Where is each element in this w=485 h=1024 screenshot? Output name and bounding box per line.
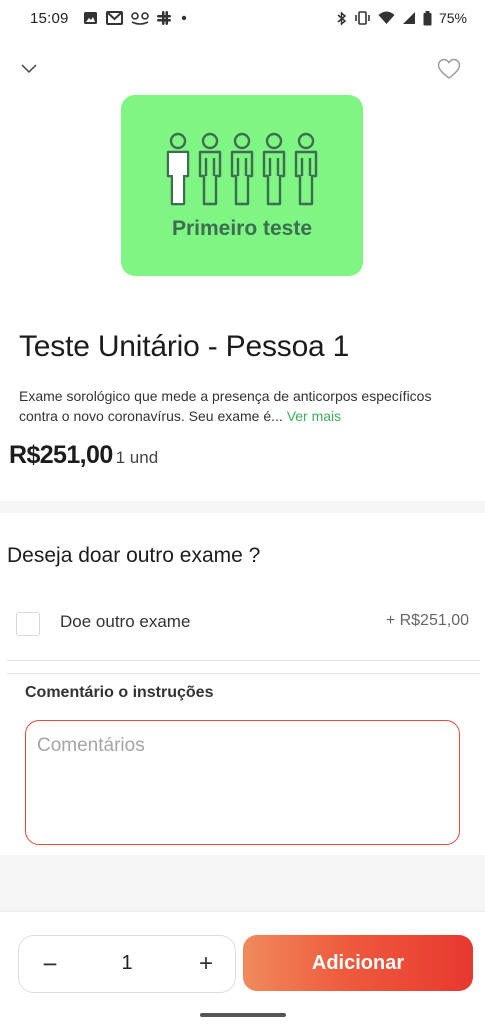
quantity-stepper: − 1 + bbox=[18, 935, 236, 993]
comment-input[interactable] bbox=[25, 720, 460, 845]
donate-option-label: Doe outro exame bbox=[60, 612, 191, 631]
heart-icon[interactable] bbox=[437, 58, 461, 80]
donate-checkbox[interactable] bbox=[16, 612, 40, 636]
notification-icons bbox=[83, 11, 189, 25]
donate-option[interactable]: Doe outro exame + R$251,00 bbox=[7, 598, 480, 648]
product-description: Exame sorológico que mede a presença de … bbox=[19, 386, 469, 426]
product-unit: 1 und bbox=[115, 448, 159, 467]
bluetooth-icon bbox=[337, 10, 347, 26]
comment-label: Comentário o instruções bbox=[25, 684, 214, 701]
product-description-text: Exame sorológico que mede a presença de … bbox=[19, 388, 432, 424]
status-time: 15:09 bbox=[30, 9, 69, 27]
donate-option-price: + R$251,00 bbox=[385, 612, 469, 629]
section-divider bbox=[0, 501, 485, 513]
vibrate-icon bbox=[355, 11, 370, 25]
dot-icon bbox=[181, 15, 186, 21]
app-icon bbox=[130, 12, 149, 25]
product-price: R$251,00 bbox=[9, 441, 113, 469]
price-row: R$251,00 1 und bbox=[9, 441, 158, 470]
product-title: Teste Unitário - Pessoa 1 bbox=[19, 330, 350, 363]
divider-line bbox=[7, 660, 480, 661]
battery-icon bbox=[423, 10, 432, 25]
product-image-caption: Primeiro teste bbox=[171, 217, 313, 240]
product-header bbox=[0, 56, 485, 86]
wifi-icon bbox=[378, 11, 395, 24]
signal-icon bbox=[402, 12, 415, 24]
slack-icon bbox=[156, 11, 171, 25]
gmail-icon bbox=[105, 11, 123, 25]
product-image: Primeiro teste bbox=[121, 95, 363, 276]
system-icons: 75% bbox=[336, 10, 467, 26]
add-button[interactable]: Adicionar bbox=[243, 935, 473, 991]
status-bar: 15:09 75% bbox=[0, 0, 485, 36]
home-indicator[interactable] bbox=[200, 1013, 286, 1017]
increment-button[interactable]: + bbox=[193, 948, 219, 980]
divider-line bbox=[7, 673, 480, 674]
chevron-down-icon[interactable] bbox=[18, 58, 40, 80]
people-icon bbox=[166, 132, 318, 206]
gray-spacer bbox=[0, 855, 485, 911]
see-more-link[interactable]: Ver mais bbox=[287, 408, 341, 424]
battery-percent: 75% bbox=[438, 10, 467, 26]
image-icon bbox=[83, 12, 97, 24]
donate-title: Deseja doar outro exame ? bbox=[7, 544, 261, 567]
